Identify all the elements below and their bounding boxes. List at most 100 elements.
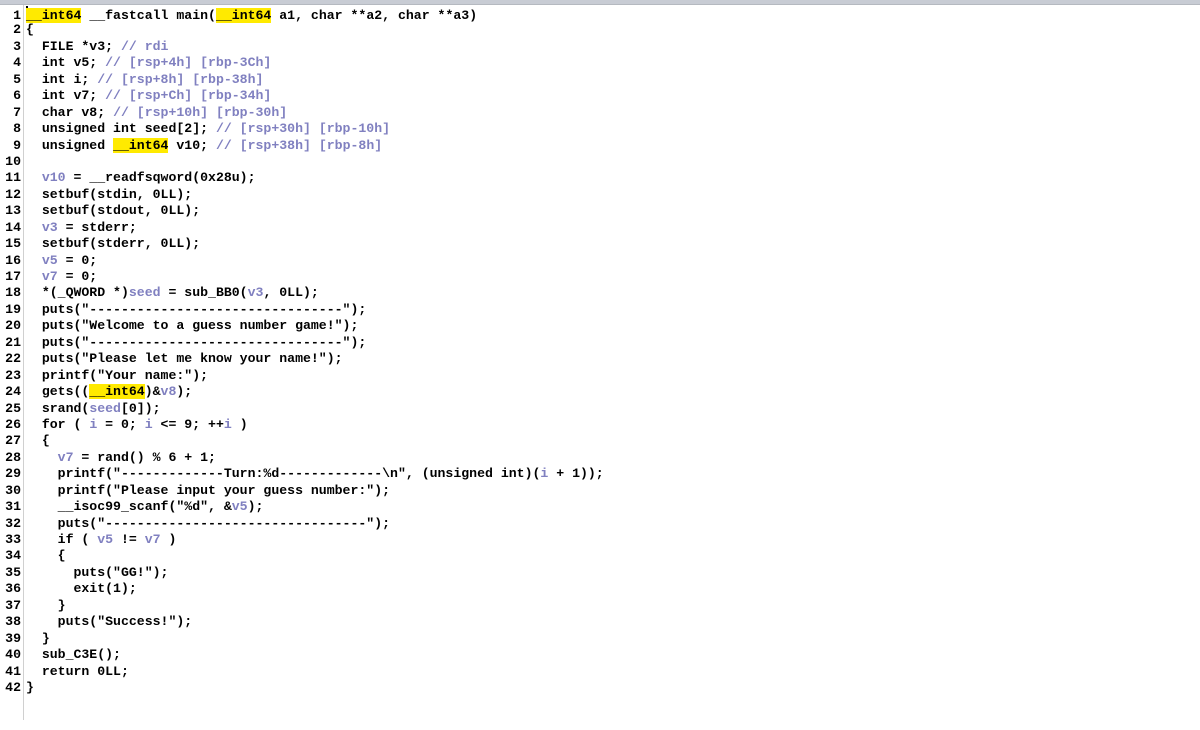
code-line[interactable]: 19 puts("-------------------------------…	[0, 302, 604, 318]
variable-name: v3	[247, 285, 264, 301]
code-line[interactable]: 1 __int64 __fastcall main(__int64 a1, cha…	[0, 6, 604, 23]
code-line[interactable]: 40 sub_C3E();	[0, 647, 604, 663]
variable-name: v8	[160, 384, 177, 400]
code-token: }	[26, 630, 50, 646]
code-token: __fastcall main(	[81, 8, 216, 23]
line-number: 38	[5, 614, 21, 630]
pseudocode-view[interactable]: 1 __int64 __fastcall main(__int64 a1, cha…	[0, 5, 1200, 730]
variable-name: v5	[41, 252, 58, 268]
line-number: 36	[5, 581, 21, 597]
line-number: 17	[5, 269, 21, 284]
line-number: 30	[5, 482, 21, 498]
code-token: }	[26, 597, 66, 613]
code-line[interactable]: 32 puts("-------------------------------…	[0, 516, 604, 532]
line-number: 16	[5, 252, 21, 268]
line-number: 11	[5, 170, 21, 186]
line-number: 2	[13, 22, 21, 38]
line-number: 14	[5, 219, 21, 235]
code-line[interactable]: 13 setbuf(stdout, 0LL);	[0, 203, 604, 219]
code-token: FILE *v3;	[26, 38, 121, 54]
code-token: puts("--------------------------------")…	[26, 334, 367, 350]
pseudocode-text[interactable]: 1 __int64 __fastcall main(__int64 a1, cha…	[0, 6, 604, 696]
code-token: exit(1);	[26, 581, 137, 597]
code-line[interactable]: 17 v7 = 0;	[0, 269, 604, 285]
code-token: <= 9; ++	[152, 416, 224, 432]
code-token: setbuf(stderr, 0LL);	[26, 236, 201, 252]
line-number: 12	[5, 186, 21, 202]
code-line[interactable]: 34 {	[0, 548, 604, 564]
line-number: 15	[5, 236, 21, 252]
code-token: {	[26, 22, 34, 38]
comment: // [rsp+30h] [rbp-10h]	[215, 121, 391, 137]
code-token: gets((	[26, 384, 90, 400]
code-token: printf("-------------Turn:%d------------…	[26, 466, 541, 482]
code-line[interactable]: 7 char v8; // [rsp+10h] [rbp-30h]	[0, 105, 604, 121]
line-number: 37	[5, 597, 21, 613]
code-token: if (	[26, 532, 98, 547]
code-token: {	[26, 433, 50, 449]
code-line[interactable]: 38 puts("Success!");	[0, 614, 604, 630]
code-line[interactable]: 27 {	[0, 433, 604, 449]
code-line[interactable]: 9 unsigned __int64 v10; // [rsp+38h] [rb…	[0, 137, 604, 154]
line-number: 4	[13, 55, 21, 71]
variable-name: v7	[57, 449, 74, 465]
code-line[interactable]: 41 return 0LL;	[0, 664, 604, 680]
line-number: 32	[5, 515, 21, 531]
code-line[interactable]: 20 puts("Welcome to a guess number game!…	[0, 318, 604, 334]
line-number: 10	[5, 153, 21, 169]
code-line[interactable]: 23 printf("Your name:");	[0, 368, 604, 384]
code-line[interactable]: 14 v3 = stderr;	[0, 220, 604, 236]
code-line[interactable]: 21 puts("-------------------------------…	[0, 335, 604, 351]
line-number: 19	[5, 301, 21, 317]
code-line[interactable]: 6 int v7; // [rsp+Ch] [rbp-34h]	[0, 88, 604, 104]
code-token: srand(	[26, 400, 90, 416]
code-line[interactable]: 25 srand(seed[0]);	[0, 401, 604, 417]
code-line[interactable]: 18 *(_QWORD *)seed = sub_BB0(v3, 0LL);	[0, 285, 604, 301]
code-token: !=	[113, 532, 145, 547]
code-line[interactable]: 33 if ( v5 != v7 )	[0, 532, 604, 548]
code-line[interactable]: 28 v7 = rand() % 6 + 1;	[0, 450, 604, 466]
code-line[interactable]: 2{	[0, 22, 604, 38]
code-token: {	[26, 548, 66, 564]
code-token: int v7;	[26, 88, 106, 104]
code-token: }	[26, 679, 34, 695]
code-line[interactable]: 26 for ( i = 0; i <= 9; ++i )	[0, 417, 604, 433]
code-token: = 0;	[97, 416, 145, 432]
code-line[interactable]: 5 int i; // [rsp+8h] [rbp-38h]	[0, 72, 604, 88]
code-line[interactable]: 37 }	[0, 598, 604, 614]
code-line[interactable]: 42}	[0, 680, 604, 696]
line-number: 23	[5, 367, 21, 383]
code-line[interactable]: 30 printf("Please input your guess numbe…	[0, 483, 604, 499]
code-token: puts("GG!");	[26, 564, 169, 580]
code-token: )	[160, 532, 177, 547]
code-line[interactable]: 12 setbuf(stdin, 0LL);	[0, 187, 604, 203]
code-line[interactable]: 36 exit(1);	[0, 581, 604, 597]
line-number: 29	[5, 466, 21, 482]
code-token: setbuf(stdin, 0LL);	[26, 186, 193, 202]
line-number: 22	[5, 351, 21, 367]
code-line[interactable]: 29 printf("-------------Turn:%d---------…	[0, 466, 604, 482]
code-token: = sub_BB0(	[160, 285, 248, 301]
line-number: 5	[13, 71, 21, 87]
code-token: = 0;	[57, 252, 98, 268]
code-token: a1, char **a2, char **a3)	[271, 8, 478, 23]
line-number: 40	[5, 647, 21, 663]
code-line[interactable]: 24 gets((__int64)&v8);	[0, 384, 604, 400]
variable-name: seed	[128, 285, 161, 301]
code-token: __isoc99_scanf("%d", &	[26, 499, 232, 515]
variable-name: v5	[231, 499, 248, 515]
code-line[interactable]: 10	[0, 154, 604, 170]
code-line[interactable]: 22 puts("Please let me know your name!")…	[0, 351, 604, 367]
code-line[interactable]: 15 setbuf(stderr, 0LL);	[0, 236, 604, 252]
code-line[interactable]: 8 unsigned int seed[2]; // [rsp+30h] [rb…	[0, 121, 604, 137]
code-line[interactable]: 16 v5 = 0;	[0, 253, 604, 269]
code-line[interactable]: 4 int v5; // [rsp+4h] [rbp-3Ch]	[0, 55, 604, 71]
code-token: int v5;	[26, 55, 106, 71]
code-line[interactable]: 31 __isoc99_scanf("%d", &v5);	[0, 499, 604, 515]
code-line[interactable]: 11 v10 = __readfsqword(0x28u);	[0, 170, 604, 186]
comment: // rdi	[120, 38, 169, 54]
code-line[interactable]: 39 }	[0, 631, 604, 647]
code-line[interactable]: 3 FILE *v3; // rdi	[0, 39, 604, 55]
code-line[interactable]: 35 puts("GG!");	[0, 565, 604, 581]
